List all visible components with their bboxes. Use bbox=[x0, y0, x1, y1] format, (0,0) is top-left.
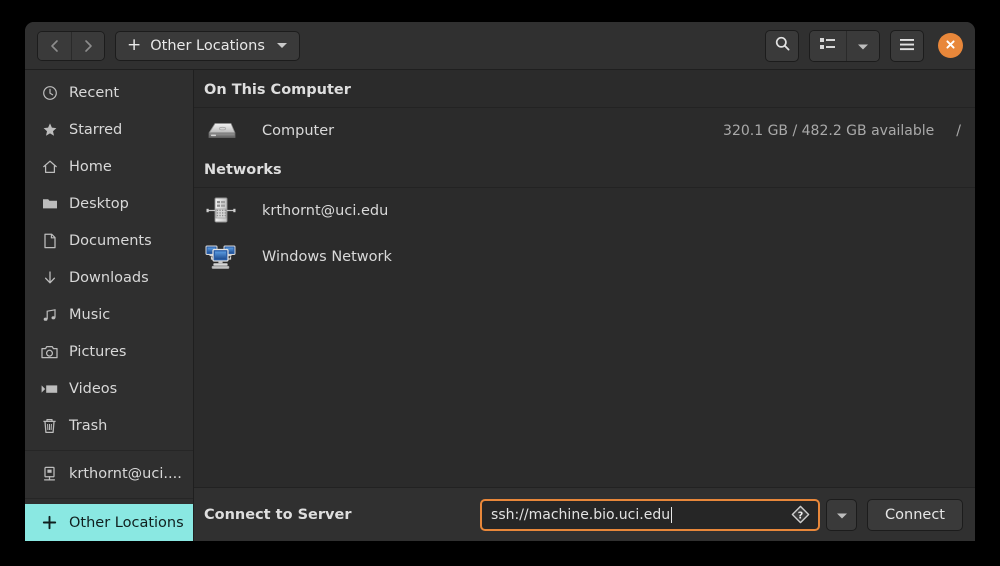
sidebar-item-recent[interactable]: Recent bbox=[25, 74, 193, 111]
close-window-button[interactable] bbox=[938, 33, 963, 58]
list-view-button[interactable] bbox=[810, 30, 846, 61]
table-row[interactable]: Windows Network bbox=[194, 234, 975, 280]
chevron-left-icon bbox=[47, 38, 63, 54]
sidebar-item-downloads[interactable]: Downloads bbox=[25, 259, 193, 296]
sidebar-item-desktop[interactable]: Desktop bbox=[25, 185, 193, 222]
back-button[interactable] bbox=[38, 31, 71, 60]
server-history-dropdown-button[interactable] bbox=[826, 498, 858, 531]
files-window: + Other Locations Recent Starred Home De… bbox=[25, 22, 975, 541]
music-icon bbox=[41, 307, 58, 324]
row-name: Computer bbox=[262, 123, 335, 139]
connect-to-server-bar: Connect to Server ssh://machine.bio.uci.… bbox=[194, 487, 975, 541]
connect-to-server-label: Connect to Server bbox=[204, 506, 352, 523]
download-icon bbox=[41, 270, 58, 287]
server-address-value: ssh://machine.bio.uci.edu bbox=[491, 506, 671, 523]
header-bar: + Other Locations bbox=[25, 22, 975, 70]
text-cursor bbox=[671, 506, 673, 523]
sidebar-item-label: krthornt@uci.... bbox=[69, 466, 182, 483]
sidebar: Recent Starred Home Desktop Documents Do… bbox=[25, 70, 194, 541]
path-bar-other-locations[interactable]: + Other Locations bbox=[115, 30, 300, 61]
sidebar-item-music[interactable]: Music bbox=[25, 297, 193, 334]
plus-icon: + bbox=[127, 34, 142, 55]
search-button[interactable] bbox=[765, 29, 799, 62]
sidebar-item-label: Recent bbox=[69, 84, 120, 101]
window-body: Recent Starred Home Desktop Documents Do… bbox=[25, 70, 975, 541]
sidebar-item-videos[interactable]: Videos bbox=[25, 371, 193, 408]
sidebar-item-krthornt-uci[interactable]: krthornt@uci.... bbox=[25, 456, 193, 493]
computer-icon bbox=[41, 466, 58, 483]
server-address-input[interactable]: ssh://machine.bio.uci.edu ? bbox=[480, 498, 821, 531]
sidebar-item-label: Music bbox=[69, 307, 111, 324]
sidebar-item-starred[interactable]: Starred bbox=[25, 111, 193, 148]
chevron-down-icon bbox=[836, 505, 848, 524]
clock-icon bbox=[41, 84, 58, 101]
document-icon bbox=[41, 232, 58, 249]
sidebar-item-documents[interactable]: Documents bbox=[25, 222, 193, 259]
sidebar-separator bbox=[25, 449, 193, 451]
sidebar-item-label: Documents bbox=[69, 232, 152, 249]
hamburger-menu-icon bbox=[899, 36, 915, 55]
sidebar-item-other-locations[interactable]: Other Locations bbox=[25, 503, 193, 541]
sidebar-item-label: Starred bbox=[69, 121, 123, 138]
view-options-button[interactable] bbox=[846, 30, 879, 61]
header-right-group bbox=[765, 29, 963, 62]
chevron-down-icon bbox=[276, 43, 287, 48]
table-row[interactable]: Computer 320.1 GB / 482.2 GB available / bbox=[194, 108, 975, 154]
list-view-icon bbox=[820, 36, 836, 55]
camera-icon bbox=[41, 344, 58, 361]
home-icon bbox=[41, 158, 58, 175]
sidebar-item-label: Desktop bbox=[69, 195, 129, 212]
sidebar-item-trash[interactable]: Trash bbox=[25, 408, 193, 445]
row-mount-point: / bbox=[956, 123, 961, 139]
view-mode-group bbox=[809, 29, 880, 62]
row-name: Windows Network bbox=[262, 249, 392, 265]
search-icon bbox=[774, 35, 791, 56]
table-row[interactable]: krthornt@uci.edu bbox=[194, 188, 975, 234]
sidebar-item-label: Downloads bbox=[69, 270, 149, 287]
network-computers-icon bbox=[204, 242, 238, 272]
navigation-button-group bbox=[37, 30, 105, 61]
help-diamond-icon[interactable]: ? bbox=[791, 505, 810, 524]
sidebar-item-label: Home bbox=[69, 158, 112, 175]
sidebar-separator bbox=[25, 498, 193, 499]
folder-icon bbox=[41, 195, 58, 212]
row-capacity: 320.1 GB / 482.2 GB available bbox=[723, 123, 935, 139]
trash-icon bbox=[41, 418, 58, 435]
plus-icon bbox=[41, 514, 58, 531]
sidebar-item-label: Videos bbox=[69, 381, 118, 398]
forward-button[interactable] bbox=[71, 31, 104, 60]
header-left-group: + Other Locations bbox=[37, 30, 300, 61]
star-icon bbox=[41, 121, 58, 138]
main-panel: On This Computer Computer 320.1 GB / 482… bbox=[194, 70, 975, 541]
server-icon bbox=[204, 195, 238, 227]
path-bar-label: Other Locations bbox=[150, 37, 265, 54]
video-icon bbox=[41, 381, 58, 398]
row-name: krthornt@uci.edu bbox=[262, 203, 389, 219]
sidebar-item-label: Trash bbox=[69, 418, 108, 435]
close-icon bbox=[944, 36, 957, 55]
group-header-networks: Networks bbox=[194, 154, 975, 188]
connect-button[interactable]: Connect bbox=[867, 498, 963, 531]
chevron-down-icon bbox=[857, 36, 869, 55]
sidebar-item-label: Other Locations bbox=[69, 514, 184, 531]
sidebar-item-label: Pictures bbox=[69, 344, 127, 361]
svg-text:?: ? bbox=[798, 510, 804, 521]
chevron-right-icon bbox=[80, 38, 96, 54]
main-menu-button[interactable] bbox=[890, 29, 924, 62]
sidebar-item-pictures[interactable]: Pictures bbox=[25, 334, 193, 371]
sidebar-item-home[interactable]: Home bbox=[25, 148, 193, 185]
hard-drive-icon bbox=[204, 118, 238, 144]
locations-list: On This Computer Computer 320.1 GB / 482… bbox=[194, 70, 975, 487]
group-header-on-this-computer: On This Computer bbox=[194, 74, 975, 108]
